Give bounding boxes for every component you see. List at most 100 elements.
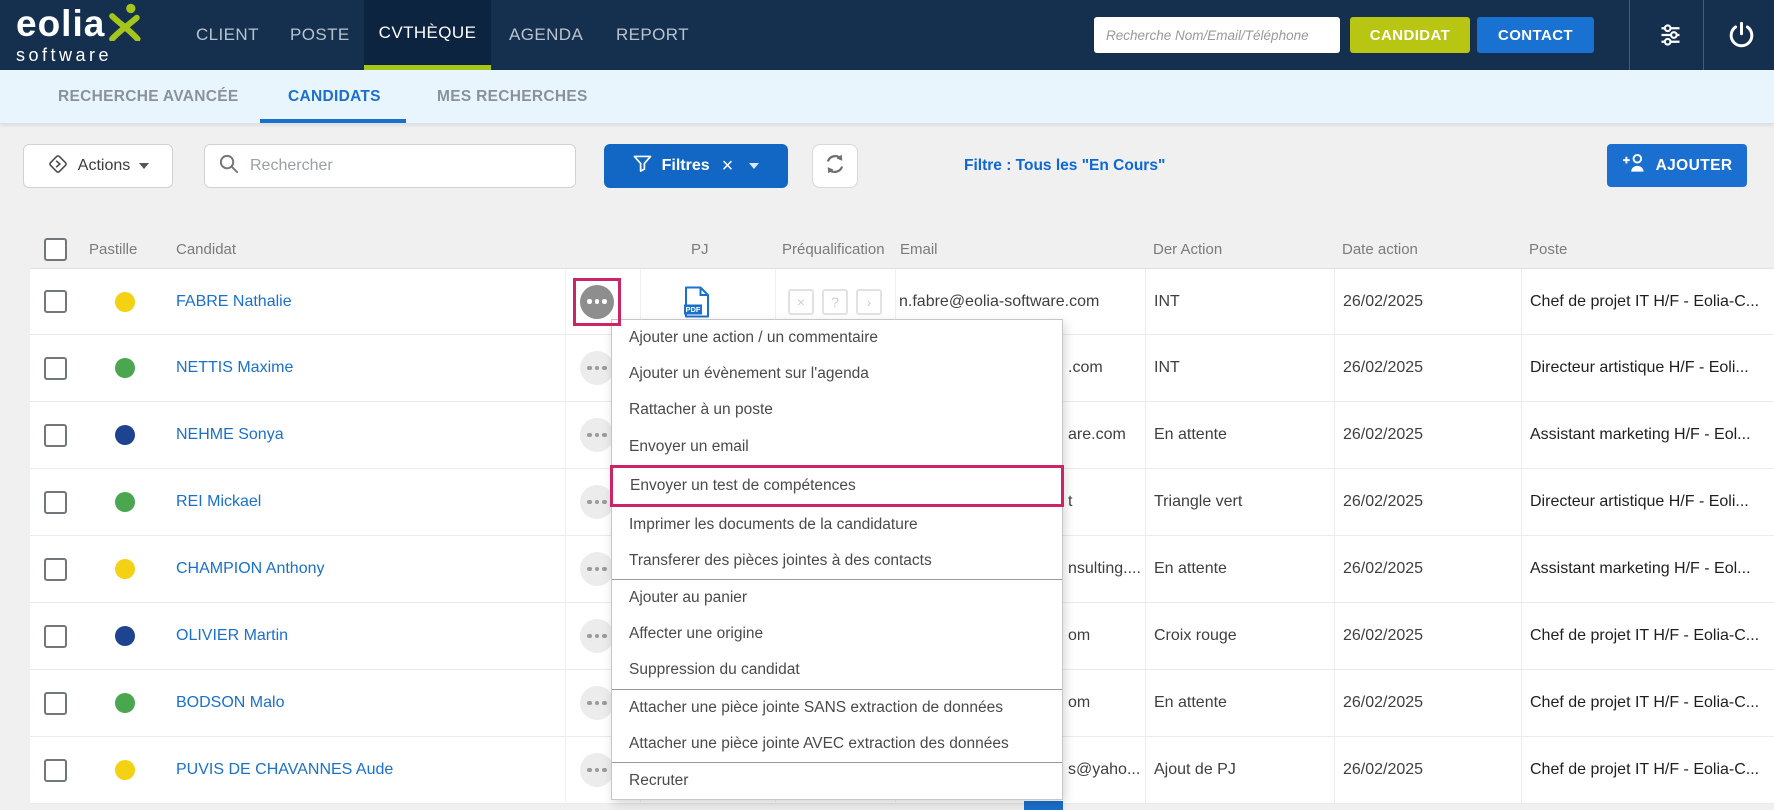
table-search-field[interactable] [204,144,576,188]
candidate-link[interactable]: BODSON Malo [168,694,565,712]
row-checkbox[interactable] [44,290,67,313]
svg-text:PDF: PDF [686,305,701,314]
menu-item-transferer-pieces[interactable]: Transferer des pièces jointes à des cont… [612,542,1062,581]
row-checkbox[interactable] [44,691,67,715]
menu-item-imprimer-documents[interactable]: Imprimer les documents de la candidature [612,506,1062,543]
candidate-link[interactable]: PUVIS DE CHAVANNES Aude [168,761,565,779]
nav-item-poste[interactable]: POSTE [290,0,350,70]
ajouter-label: AJOUTER [1655,156,1733,174]
top-navbar: eolia software CLIENT POSTE CVTHÈQUE AGE… [0,0,1774,70]
tab-candidats[interactable]: CANDIDATS [288,70,381,124]
candidate-link[interactable]: NEHME Sonya [168,426,565,444]
date-action-cell: 26/02/2025 [1334,335,1521,401]
row-actions-menu-button[interactable] [580,552,614,586]
pastille-dot [114,425,135,445]
ajouter-button[interactable]: AJOUTER [1607,144,1747,187]
der-action-cell: INT [1145,269,1334,334]
global-search-input[interactable] [1094,17,1340,53]
cvtheque-screen: eolia software CLIENT POSTE CVTHÈQUE AGE… [0,0,1774,810]
search-input[interactable] [250,157,562,175]
tune-settings-icon[interactable] [1657,22,1684,49]
row-actions-menu-button[interactable] [580,753,614,787]
candidate-link[interactable]: OLIVIER Martin [168,627,565,645]
row-checkbox[interactable] [44,624,67,648]
tab-mes-recherches[interactable]: MES RECHERCHES [437,70,588,124]
poste-cell: Chef de projet IT H/F - Eolia-C... [1521,737,1774,803]
pastille-dot [114,492,135,512]
row-actions-menu-button[interactable] [580,351,614,385]
menu-item-envoyer-test-competences[interactable]: Envoyer un test de compétences [610,464,1064,507]
tab-recherche-avancee[interactable]: RECHERCHE AVANCÉE [58,70,239,124]
pastille-dot [114,559,135,579]
menu-item-ajouter-action[interactable]: Ajouter une action / un commentaire [612,320,1062,357]
der-action-cell: En attente [1145,402,1334,468]
date-action-cell: 26/02/2025 [1334,603,1521,669]
highlight-box [573,278,621,326]
col-header-pastille: Pastille [89,240,138,258]
prequal-reject-icon[interactable]: × [788,288,814,315]
row-actions-menu-button[interactable] [580,686,614,720]
active-tab-underline [260,119,406,123]
col-header-der-action: Der Action [1153,240,1223,258]
refresh-icon [823,152,847,181]
pastille-dot [114,693,135,713]
actions-dropdown-button[interactable]: Actions [23,144,173,188]
col-header-candidat: Candidat [176,240,237,258]
menu-item-attacher-avec-extraction[interactable]: Attacher une pièce jointe AVEC extractio… [612,725,1062,763]
menu-item-recruter[interactable]: Recruter [612,762,1062,800]
select-all-checkbox[interactable] [44,237,67,261]
prequal-question-icon[interactable]: ? [822,288,848,315]
nav-item-cvtheque[interactable]: CVTHÈQUE [364,0,491,70]
logo-figure-icon [107,3,141,46]
poste-cell: Assistant marketing H/F - Eol... [1521,536,1774,602]
row-checkbox[interactable] [44,356,67,380]
menu-item-envoyer-email[interactable]: Envoyer un email [612,428,1062,465]
row-actions-menu-button[interactable] [580,418,614,452]
app-logo[interactable]: eolia software [16,3,141,66]
col-header-prequalification: Préqualification [782,240,885,258]
row-checkbox[interactable] [44,490,67,514]
nav-item-agenda[interactable]: AGENDA [509,0,583,70]
row-checkbox[interactable] [44,557,67,581]
col-header-date-action: Date action [1342,240,1418,258]
date-action-cell: 26/02/2025 [1334,402,1521,468]
candidate-link[interactable]: NETTIS Maxime [168,359,565,377]
row-actions-menu-button[interactable] [580,619,614,653]
row-checkbox[interactable] [44,423,67,447]
prequal-next-icon[interactable]: › [856,288,882,315]
menu-item-ajouter-evenement[interactable]: Ajouter un évènement sur l'agenda [612,356,1062,393]
nav-divider [1703,0,1704,70]
filtres-button[interactable]: Filtres × [604,144,788,188]
date-action-cell: 26/02/2025 [1334,269,1521,334]
power-logout-icon[interactable] [1726,20,1757,51]
actions-label: Actions [77,157,131,174]
logo-subtext: software [16,45,113,65]
nav-item-report[interactable]: REPORT [616,0,689,70]
candidate-link[interactable]: REI Mickael [168,493,565,511]
date-action-cell: 26/02/2025 [1334,670,1521,736]
contact-button[interactable]: CONTACT [1477,17,1594,53]
menu-item-ajouter-panier[interactable]: Ajouter au panier [612,580,1062,617]
clear-filter-icon[interactable]: × [722,156,734,176]
candidate-link[interactable]: FABRE Nathalie [168,293,565,311]
pdf-attachment-icon[interactable]: PDF [683,286,711,318]
col-header-pj: PJ [691,240,709,258]
poste-cell: Chef de projet IT H/F - Eolia-C... [1521,269,1774,334]
menu-item-affecter-origine[interactable]: Affecter une origine [612,616,1062,653]
menu-item-rattacher-poste[interactable]: Rattacher à un poste [612,392,1062,429]
der-action-cell: En attente [1145,536,1334,602]
nav-divider [1629,0,1630,70]
col-header-poste: Poste [1529,240,1568,258]
row-checkbox[interactable] [44,758,67,782]
row-actions-menu-button[interactable] [580,485,614,519]
filtres-chevron-icon[interactable] [749,163,760,169]
candidate-link[interactable]: CHAMPION Anthony [168,560,565,578]
candidat-button[interactable]: CANDIDAT [1350,17,1470,53]
der-action-cell: En attente [1145,670,1334,736]
menu-item-suppression-candidat[interactable]: Suppression du candidat [612,652,1062,690]
scrollbar-thumb[interactable] [1024,801,1063,810]
filter-funnel-icon [633,155,652,177]
nav-item-client[interactable]: CLIENT [196,0,259,70]
menu-item-attacher-sans-extraction[interactable]: Attacher une pièce jointe SANS extractio… [612,689,1062,726]
refresh-button[interactable] [812,144,858,188]
